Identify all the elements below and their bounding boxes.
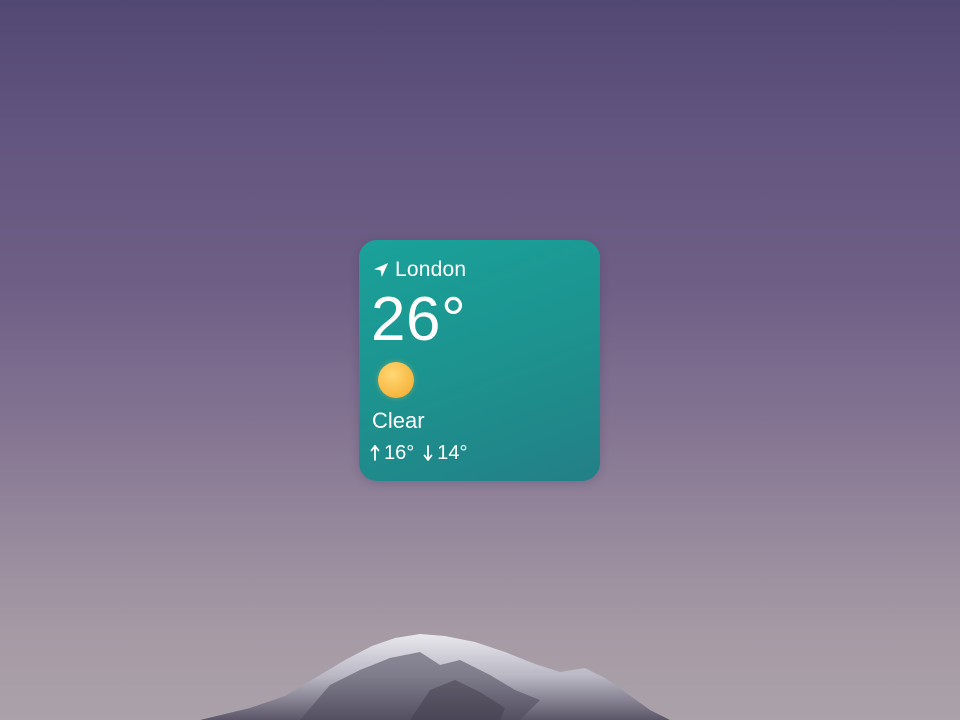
arrow-down-icon	[423, 445, 433, 461]
weather-condition: Clear	[372, 408, 425, 433]
weather-widget[interactable]: London 26° Clear 16° 14°	[359, 240, 600, 481]
location-arrow-icon	[374, 263, 388, 277]
low-temperature: 14°	[437, 442, 468, 464]
location-row: London	[373, 257, 466, 283]
mountain-peak-image	[200, 634, 670, 720]
arrow-up-icon	[370, 445, 380, 461]
sun-icon	[378, 362, 414, 398]
current-temperature: 26°	[371, 285, 467, 354]
city-name: London	[395, 258, 467, 281]
high-low-temperatures: 16° 14°	[369, 440, 468, 466]
high-temperature: 16°	[384, 442, 415, 464]
